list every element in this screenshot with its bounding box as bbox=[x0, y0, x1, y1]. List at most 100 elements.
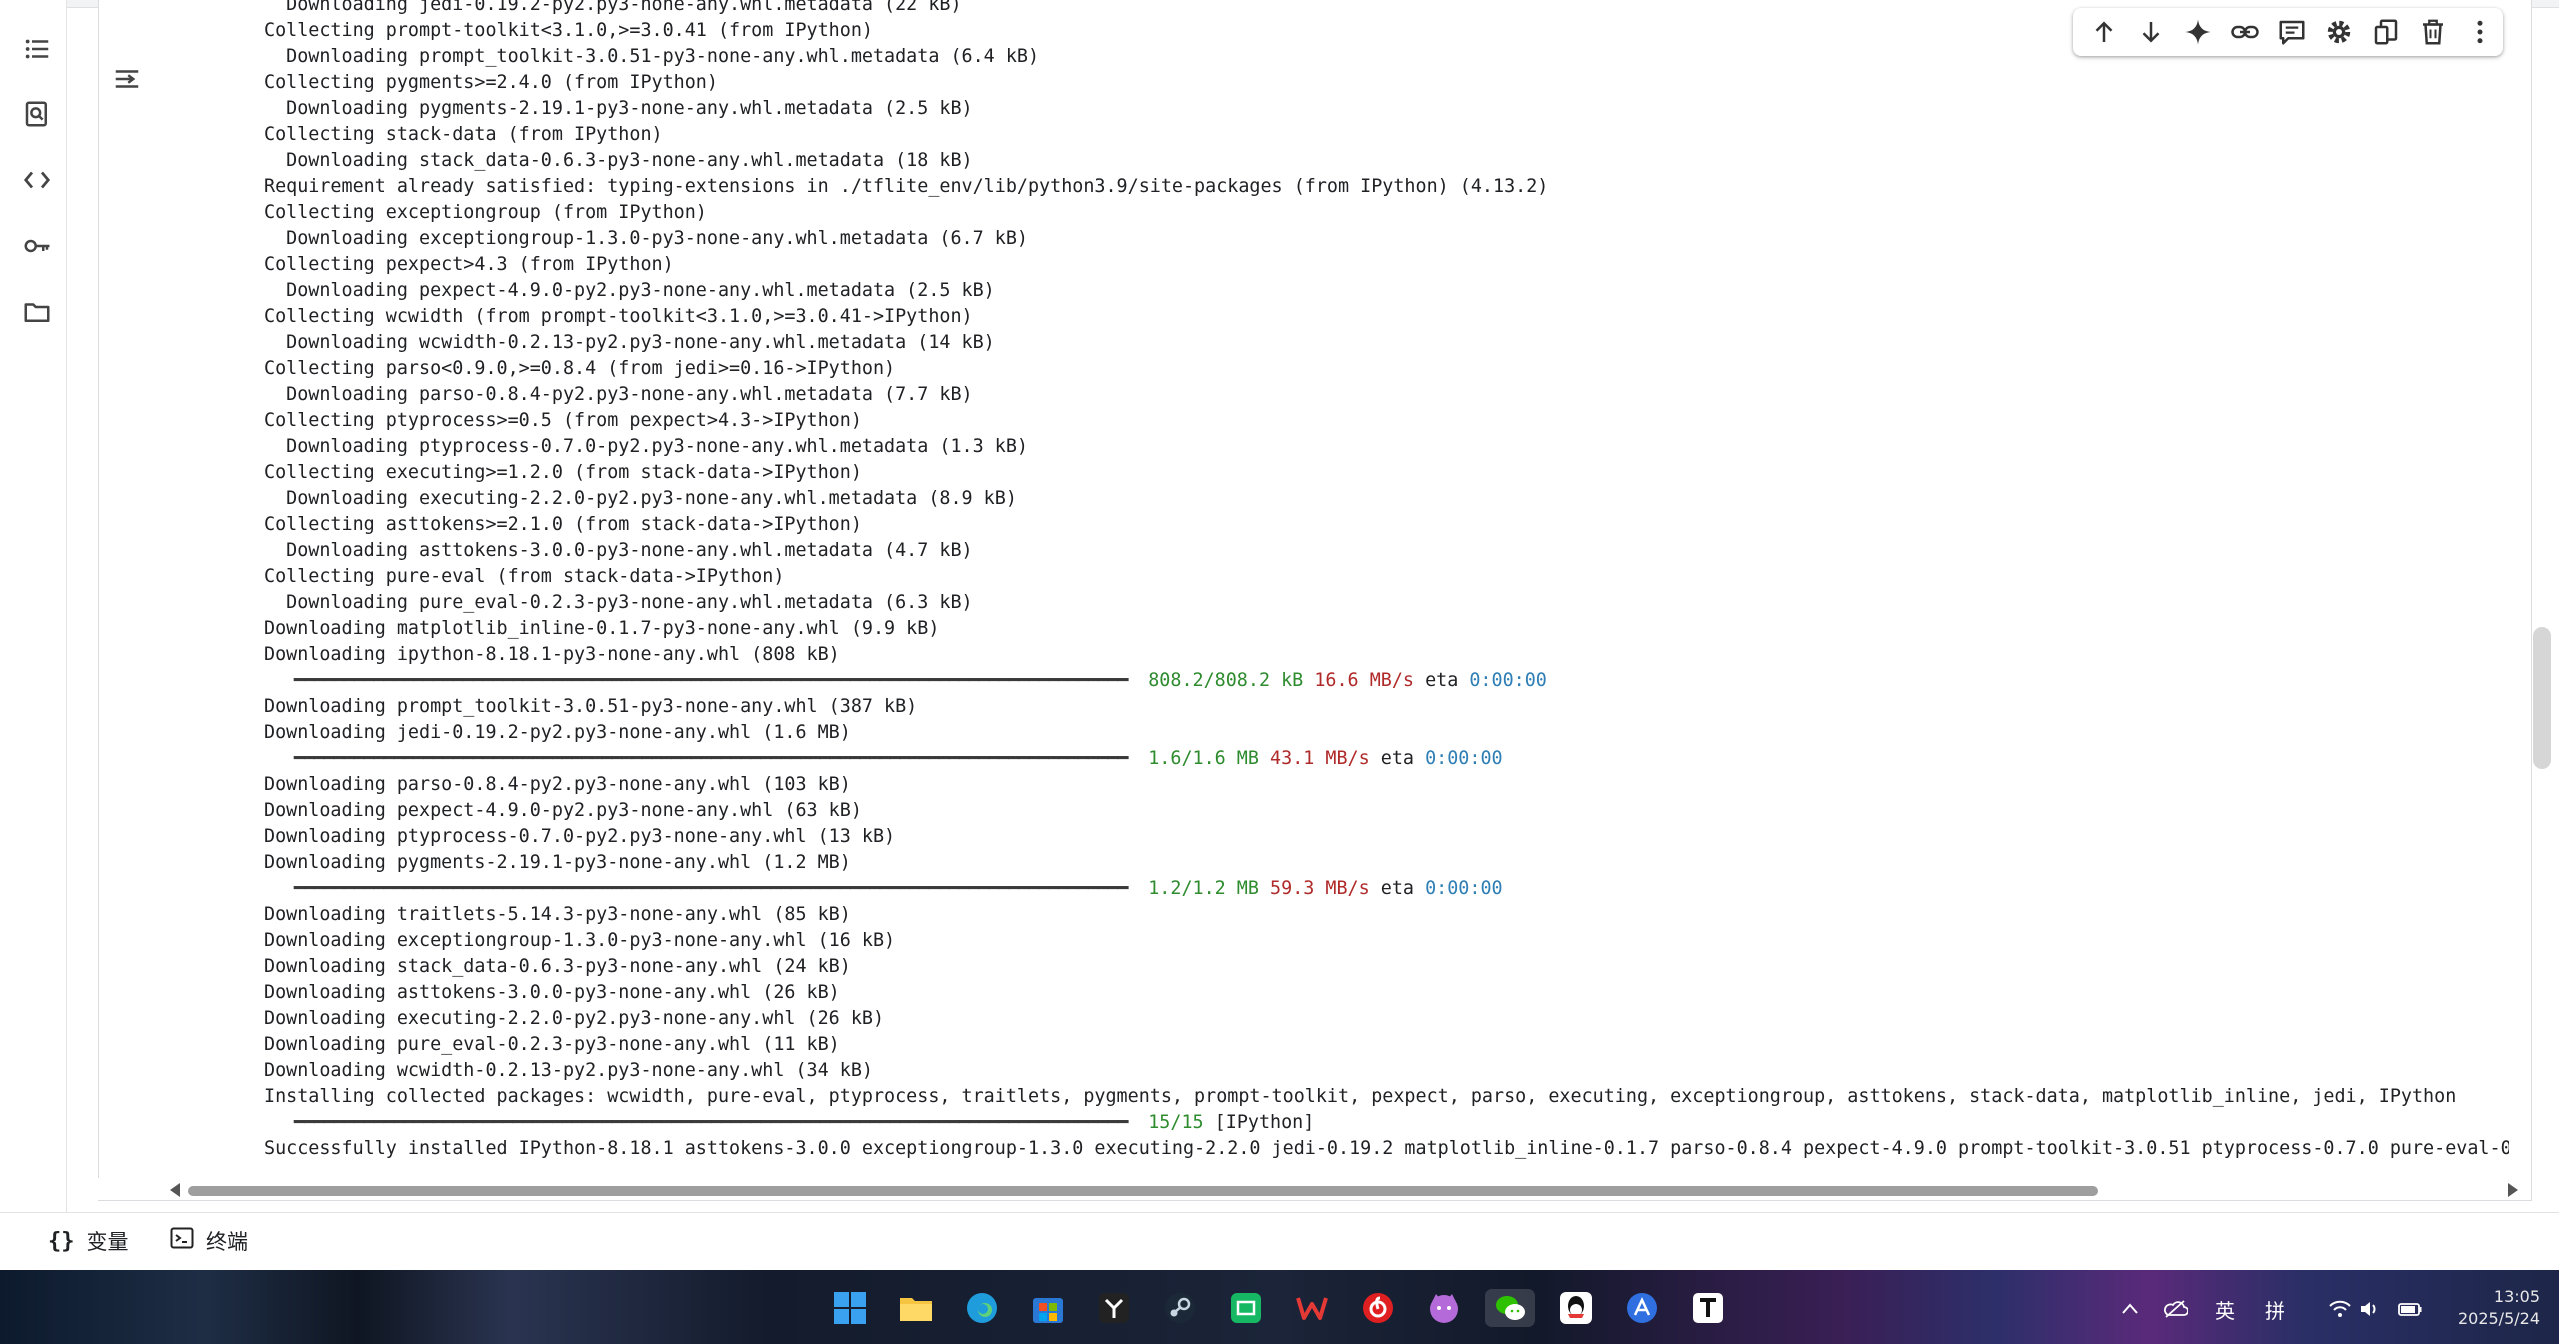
output-line: Downloading parso-0.8.4-py2.py3-none-any… bbox=[264, 774, 851, 795]
output-line: Collecting pure-eval (from stack-data->I… bbox=[264, 566, 785, 587]
output-line: Downloading stack_data-0.6.3-py3-none-an… bbox=[264, 150, 973, 171]
output-line: Downloading pexpect-4.9.0-py2.py3-none-a… bbox=[264, 800, 862, 821]
output-line: Downloading traitlets-5.14.3-py3-none-an… bbox=[264, 904, 851, 925]
variables-icon: {} bbox=[48, 1228, 75, 1254]
code-snippets-icon[interactable] bbox=[19, 162, 55, 198]
output-actions-icon[interactable] bbox=[111, 63, 143, 95]
progress-bar-glyphs: ━━━━━━━━━━━━━━━━━━━━━━━━━━━━━━━━━━━━━━━━… bbox=[264, 670, 1138, 691]
gear-icon[interactable] bbox=[2315, 10, 2362, 54]
output-line: Downloading pure_eval-0.2.3-py3-none-any… bbox=[264, 592, 973, 613]
progress-amount: 1.2/1.2 MB bbox=[1148, 878, 1259, 899]
progress-bar-line: ━━━━━━━━━━━━━━━━━━━━━━━━━━━━━━━━━━━━━━━━… bbox=[264, 669, 1547, 693]
output-line: Collecting pygments>=2.4.0 (from IPython… bbox=[264, 72, 718, 93]
output-line: Downloading pure_eval-0.2.3-py3-none-any… bbox=[264, 1034, 840, 1055]
output-line: Collecting exceptiongroup (from IPython) bbox=[264, 202, 707, 223]
output-line: Collecting ptyprocess>=0.5 (from pexpect… bbox=[264, 410, 862, 431]
scroll-left-icon[interactable] bbox=[170, 1183, 180, 1197]
output-line: Downloading matplotlib_inline-0.1.7-py3-… bbox=[264, 618, 940, 639]
output-line: Downloading jedi-0.19.2-py2.py3-none-any… bbox=[264, 722, 851, 743]
progress-eta-label: eta bbox=[1380, 748, 1414, 769]
ime-language[interactable]: 英 bbox=[2208, 1294, 2242, 1324]
variables-button[interactable]: {} 变量 bbox=[48, 1222, 129, 1260]
output-line: Downloading jedi-0.19.2-py2.py3-none-any… bbox=[264, 0, 962, 15]
progress-bar-glyphs: ━━━━━━━━━━━━━━━━━━━━━━━━━━━━━━━━━━━━━━━━… bbox=[264, 1112, 1138, 1133]
scroll-right-icon[interactable] bbox=[2508, 1183, 2518, 1197]
ime-mode[interactable]: 拼 bbox=[2258, 1294, 2292, 1324]
cat-app-icon[interactable] bbox=[1425, 1289, 1463, 1327]
output-line: Downloading wcwidth-0.2.13-py2.py3-none-… bbox=[264, 332, 995, 353]
comment-icon[interactable] bbox=[2269, 10, 2316, 54]
output-line: Collecting stack-data (from IPython) bbox=[264, 124, 663, 145]
mirror-cell-icon[interactable] bbox=[2362, 10, 2409, 54]
app-icon[interactable] bbox=[1623, 1289, 1661, 1327]
arrow-down-icon[interactable] bbox=[2128, 10, 2175, 54]
terminal-icon bbox=[170, 1227, 194, 1255]
output-line: Downloading stack_data-0.6.3-py3-none-an… bbox=[264, 956, 851, 977]
variables-label: 变量 bbox=[86, 1230, 129, 1254]
output-line: Downloading ptyprocess-0.7.0-py2.py3-non… bbox=[264, 436, 1028, 457]
output-line: Requirement already satisfied: typing-ex… bbox=[264, 176, 1549, 197]
vertical-scrollbar[interactable] bbox=[2533, 627, 2551, 769]
find-replace-icon[interactable] bbox=[19, 96, 55, 132]
secrets-key-icon[interactable] bbox=[19, 228, 55, 264]
output-line: Installing collected packages: wcwidth, … bbox=[264, 1086, 2457, 1107]
netease-music-icon[interactable] bbox=[1359, 1289, 1397, 1327]
table-of-contents-icon[interactable] bbox=[19, 31, 55, 67]
arrow-up-icon[interactable] bbox=[2081, 10, 2128, 54]
left-sidebar bbox=[0, 0, 67, 1212]
output-line: Downloading pygments-2.19.1-py3-none-any… bbox=[264, 852, 851, 873]
progress-bar-line: ━━━━━━━━━━━━━━━━━━━━━━━━━━━━━━━━━━━━━━━━… bbox=[264, 877, 1503, 901]
qq-icon[interactable] bbox=[1557, 1289, 1595, 1327]
progress-eta: 0:00:00 bbox=[1469, 670, 1547, 691]
output-line: Downloading exceptiongroup-1.3.0-py3-non… bbox=[264, 228, 1028, 249]
cell-toolbar bbox=[2073, 8, 2503, 56]
progress-bar-glyphs: ━━━━━━━━━━━━━━━━━━━━━━━━━━━━━━━━━━━━━━━━… bbox=[264, 748, 1138, 769]
output-line: Downloading pexpect-4.9.0-py2.py3-none-a… bbox=[264, 280, 995, 301]
terminal-button[interactable]: 终端 bbox=[170, 1222, 248, 1260]
progress-eta-label: eta bbox=[1380, 878, 1414, 899]
progress-eta: 0:00:00 bbox=[1425, 748, 1503, 769]
typora-icon[interactable] bbox=[1689, 1289, 1727, 1327]
output-line: Downloading prompt_toolkit-3.0.51-py3-no… bbox=[264, 46, 1040, 67]
terminal-label: 终端 bbox=[206, 1230, 248, 1254]
output-line: Collecting pexpect>4.3 (from IPython) bbox=[264, 254, 674, 275]
wifi-icon[interactable] bbox=[2323, 1294, 2357, 1324]
output-line: Downloading asttokens-3.0.0-py3-none-any… bbox=[264, 982, 840, 1003]
onedrive-icon[interactable] bbox=[2158, 1294, 2192, 1324]
store-icon[interactable] bbox=[1029, 1289, 1067, 1327]
taskbar-clock[interactable]: 13:05 2025/5/24 bbox=[2420, 1286, 2540, 1330]
progress-speed: 59.3 MB/s bbox=[1270, 878, 1370, 899]
folder-icon[interactable] bbox=[19, 294, 55, 330]
link-icon[interactable] bbox=[2222, 10, 2269, 54]
volume-icon[interactable] bbox=[2353, 1294, 2387, 1324]
output-line: Collecting executing>=1.2.0 (from stack-… bbox=[264, 462, 862, 483]
edge-icon[interactable] bbox=[963, 1289, 1001, 1327]
steam-icon[interactable] bbox=[1161, 1289, 1199, 1327]
output-line: Collecting prompt-toolkit<3.1.0,>=3.0.41… bbox=[264, 20, 873, 41]
progress-amount: 1.6/1.6 MB bbox=[1148, 748, 1259, 769]
output-line: Downloading pygments-2.19.1-py3-none-any… bbox=[264, 98, 973, 119]
output-line: Collecting asttokens>=2.1.0 (from stack-… bbox=[264, 514, 862, 535]
file-explorer-icon[interactable] bbox=[897, 1289, 935, 1327]
progress-bar-line: ━━━━━━━━━━━━━━━━━━━━━━━━━━━━━━━━━━━━━━━━… bbox=[264, 1111, 1315, 1135]
output-line: Downloading ptyprocess-0.7.0-py2.py3-non… bbox=[264, 826, 896, 847]
bottom-panel-bar bbox=[0, 1212, 2559, 1271]
start-icon[interactable] bbox=[831, 1289, 869, 1327]
wechat-icon[interactable] bbox=[1485, 1289, 1535, 1327]
output-line: Successfully installed IPython-8.18.1 as… bbox=[264, 1138, 2509, 1159]
sparkle-icon[interactable] bbox=[2175, 10, 2222, 54]
progress-bar-glyphs: ━━━━━━━━━━━━━━━━━━━━━━━━━━━━━━━━━━━━━━━━… bbox=[264, 878, 1138, 899]
app-icon[interactable] bbox=[1227, 1289, 1265, 1327]
output-line: Downloading asttokens-3.0.0-py3-none-any… bbox=[264, 540, 973, 561]
show-hidden-icons-icon[interactable] bbox=[2113, 1294, 2147, 1324]
horizontal-scrollbar-thumb[interactable] bbox=[188, 1186, 2098, 1196]
progress-amount: 15/15 bbox=[1148, 1112, 1204, 1133]
output-line: Collecting parso<0.9.0,>=0.8.4 (from jed… bbox=[264, 358, 896, 379]
more-vert-icon[interactable] bbox=[2456, 10, 2503, 54]
trash-icon[interactable] bbox=[2409, 10, 2456, 54]
output-line: Downloading ipython-8.18.1-py3-none-any.… bbox=[264, 644, 840, 665]
app-icon[interactable] bbox=[1095, 1289, 1133, 1327]
output-line: Downloading executing-2.2.0-py2.py3-none… bbox=[264, 1008, 885, 1029]
progress-speed: 43.1 MB/s bbox=[1270, 748, 1370, 769]
wps-icon[interactable] bbox=[1293, 1289, 1331, 1327]
